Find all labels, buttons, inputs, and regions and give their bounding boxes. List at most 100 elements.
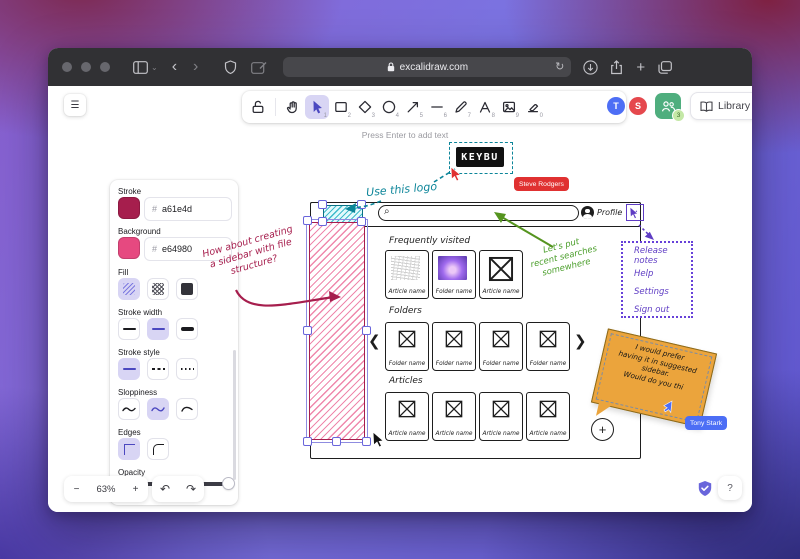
collaborator-avatar-s[interactable]: S [629,97,647,115]
wireframe-sidebar[interactable] [309,222,365,440]
tool-lock[interactable] [246,95,270,119]
edges-round-button[interactable] [147,438,169,460]
freq-card-folder[interactable]: Folder name [432,250,476,299]
back-button[interactable]: ‹ [172,58,177,76]
stroke-width-extrabold-button[interactable] [176,318,198,340]
fill-crosshatch-button[interactable] [147,278,169,300]
selection-handle[interactable] [318,217,327,226]
stroke-style-dotted-button[interactable] [176,358,198,380]
tool-hand[interactable] [281,95,305,119]
window-minimize-button[interactable] [81,62,91,72]
wireframe-dropdown-menu[interactable]: Release notes Help Settings Sign out [621,241,693,318]
selection-handle[interactable] [362,326,371,335]
selection-handle[interactable] [362,437,371,446]
selection-handle[interactable] [303,326,312,335]
download-icon[interactable] [583,60,598,75]
sloppiness-architect-button[interactable] [118,398,140,420]
menu-item-release-notes[interactable]: Release notes [634,247,691,265]
panel-scrollbar[interactable] [233,350,236,480]
menu-item-help[interactable]: Help [634,265,691,283]
stroke-width-thin-button[interactable] [118,318,140,340]
fill-solid-button[interactable] [176,278,198,300]
sidebar-toggle-icon[interactable] [133,61,148,74]
selection-handle[interactable] [303,437,312,446]
new-tab-icon[interactable]: + [636,59,645,76]
articles-heading[interactable]: Articles [389,376,423,386]
wireframe-search-bar[interactable]: ⌕ [378,205,579,221]
profile-dropdown[interactable]: ⌄ [626,204,644,221]
stroke-style-dashed-button[interactable] [147,358,169,380]
folder-card-3[interactable]: Folder name [479,322,523,371]
edges-sharp-button[interactable] [118,438,140,460]
stroke-width-bold-button[interactable] [147,318,169,340]
add-button[interactable]: + [591,418,614,441]
tool-text[interactable]: 8 [473,95,497,119]
folder-card-1[interactable]: Folder name [385,322,429,371]
folder-card-2[interactable]: Folder name [432,322,476,371]
background-color-swatch[interactable] [118,237,140,259]
sloppiness-cartoonist-button[interactable] [176,398,198,420]
carousel-next-icon[interactable]: ❯ [574,332,587,350]
solid-fill-icon [181,283,193,295]
compose-icon[interactable] [251,61,267,74]
zoom-level[interactable]: 63% [89,476,123,502]
freq-heading[interactable]: Frequently visited [389,236,470,246]
tool-image[interactable]: 9 [497,95,521,119]
stroke-hex-field[interactable]: #a61e4d [144,197,232,221]
fill-hachure-button[interactable] [118,278,140,300]
tool-rectangle[interactable]: 2 [329,95,353,119]
undo-redo-controls: ↶ ↷ [152,476,204,502]
forward-button[interactable]: › [193,58,198,76]
undo-button[interactable]: ↶ [152,476,178,502]
selection-handle[interactable] [332,437,341,446]
window-zoom-button[interactable] [100,62,110,72]
collaborator-avatar-t[interactable]: T [607,97,625,115]
tool-selection[interactable]: 1 [305,95,329,119]
sidebar-chevron-icon[interactable]: ⌄ [151,63,158,72]
tool-arrow[interactable]: 5 [401,95,425,119]
selection-handle[interactable] [357,217,366,226]
freq-card-article-1[interactable]: Article name [385,250,429,299]
zoom-out-button[interactable]: − [64,476,89,502]
share-collab-button[interactable]: 3 [655,93,681,119]
plus-icon: + [599,422,607,437]
menu-item-sign-out[interactable]: Sign out [634,301,691,319]
tab-overview-icon[interactable] [658,61,672,74]
placeholder-icon [488,256,514,287]
tool-line[interactable]: 6 [425,95,449,119]
help-button[interactable]: ? [718,476,742,500]
cursor-icon [309,99,325,115]
redo-button[interactable]: ↷ [178,476,204,502]
diamond-icon [357,99,373,115]
folder-card-4[interactable]: Folder name [526,322,570,371]
refresh-icon[interactable]: ↻ [555,60,564,73]
article-card-1[interactable]: Article name [385,392,429,441]
sloppiness-artist-button[interactable] [147,398,169,420]
selection-handle[interactable] [303,216,312,225]
profile-label: Profile [597,208,622,217]
keybu-logo[interactable]: KEYBU [456,147,504,167]
window-close-button[interactable] [62,62,72,72]
folders-heading[interactable]: Folders [389,306,422,316]
library-button[interactable]: Library [690,92,752,120]
main-menu-button[interactable]: ☰ [64,94,86,116]
tool-diamond[interactable]: 3 [353,95,377,119]
zoom-in-button[interactable]: + [123,476,148,502]
selection-handle[interactable] [318,200,327,209]
opacity-slider-thumb[interactable] [223,478,234,489]
selection-handle[interactable] [357,200,366,209]
address-bar[interactable]: excalidraw.com ↻ [283,57,571,77]
menu-item-settings[interactable]: Settings [634,283,691,301]
tool-draw[interactable]: 7 [449,95,473,119]
share-icon[interactable] [610,60,623,75]
sticky-note-text: I would prefer having it in suggested si… [597,336,710,419]
tool-ellipse[interactable]: 4 [377,95,401,119]
article-card-3[interactable]: Article name [479,392,523,441]
stroke-style-solid-button[interactable] [118,358,140,380]
privacy-shield-icon[interactable] [224,60,237,75]
article-card-2[interactable]: Article name [432,392,476,441]
article-card-4[interactable]: Article name [526,392,570,441]
stroke-color-swatch[interactable] [118,197,140,219]
profile-avatar-icon[interactable] [581,206,594,219]
tool-eraser[interactable]: 0 [521,95,545,119]
